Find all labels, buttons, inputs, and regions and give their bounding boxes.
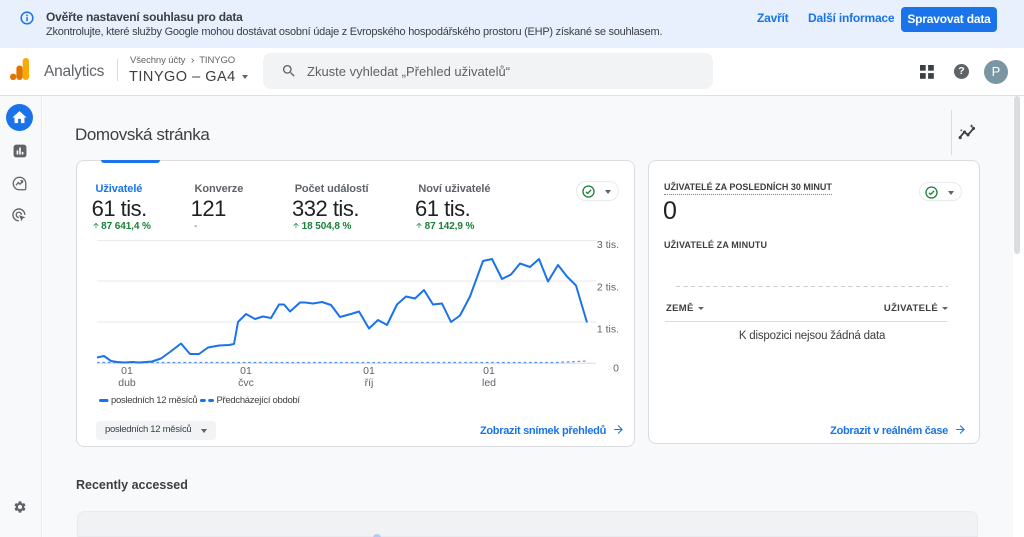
svg-text:dub: dub: [118, 377, 136, 389]
svg-text:3 tis.: 3 tis.: [597, 239, 619, 251]
svg-text:čvc: čvc: [238, 377, 254, 389]
svg-text:led: led: [482, 377, 496, 389]
svg-text:1 tis.: 1 tis.: [597, 324, 619, 336]
svg-text:říj: říj: [365, 377, 374, 389]
svg-text:01: 01: [121, 365, 133, 377]
svg-text:01: 01: [363, 365, 375, 377]
svg-text:0: 0: [613, 363, 619, 375]
svg-text:2 tis.: 2 tis.: [597, 282, 619, 294]
svg-text:01: 01: [483, 365, 495, 377]
svg-text:01: 01: [240, 365, 252, 377]
